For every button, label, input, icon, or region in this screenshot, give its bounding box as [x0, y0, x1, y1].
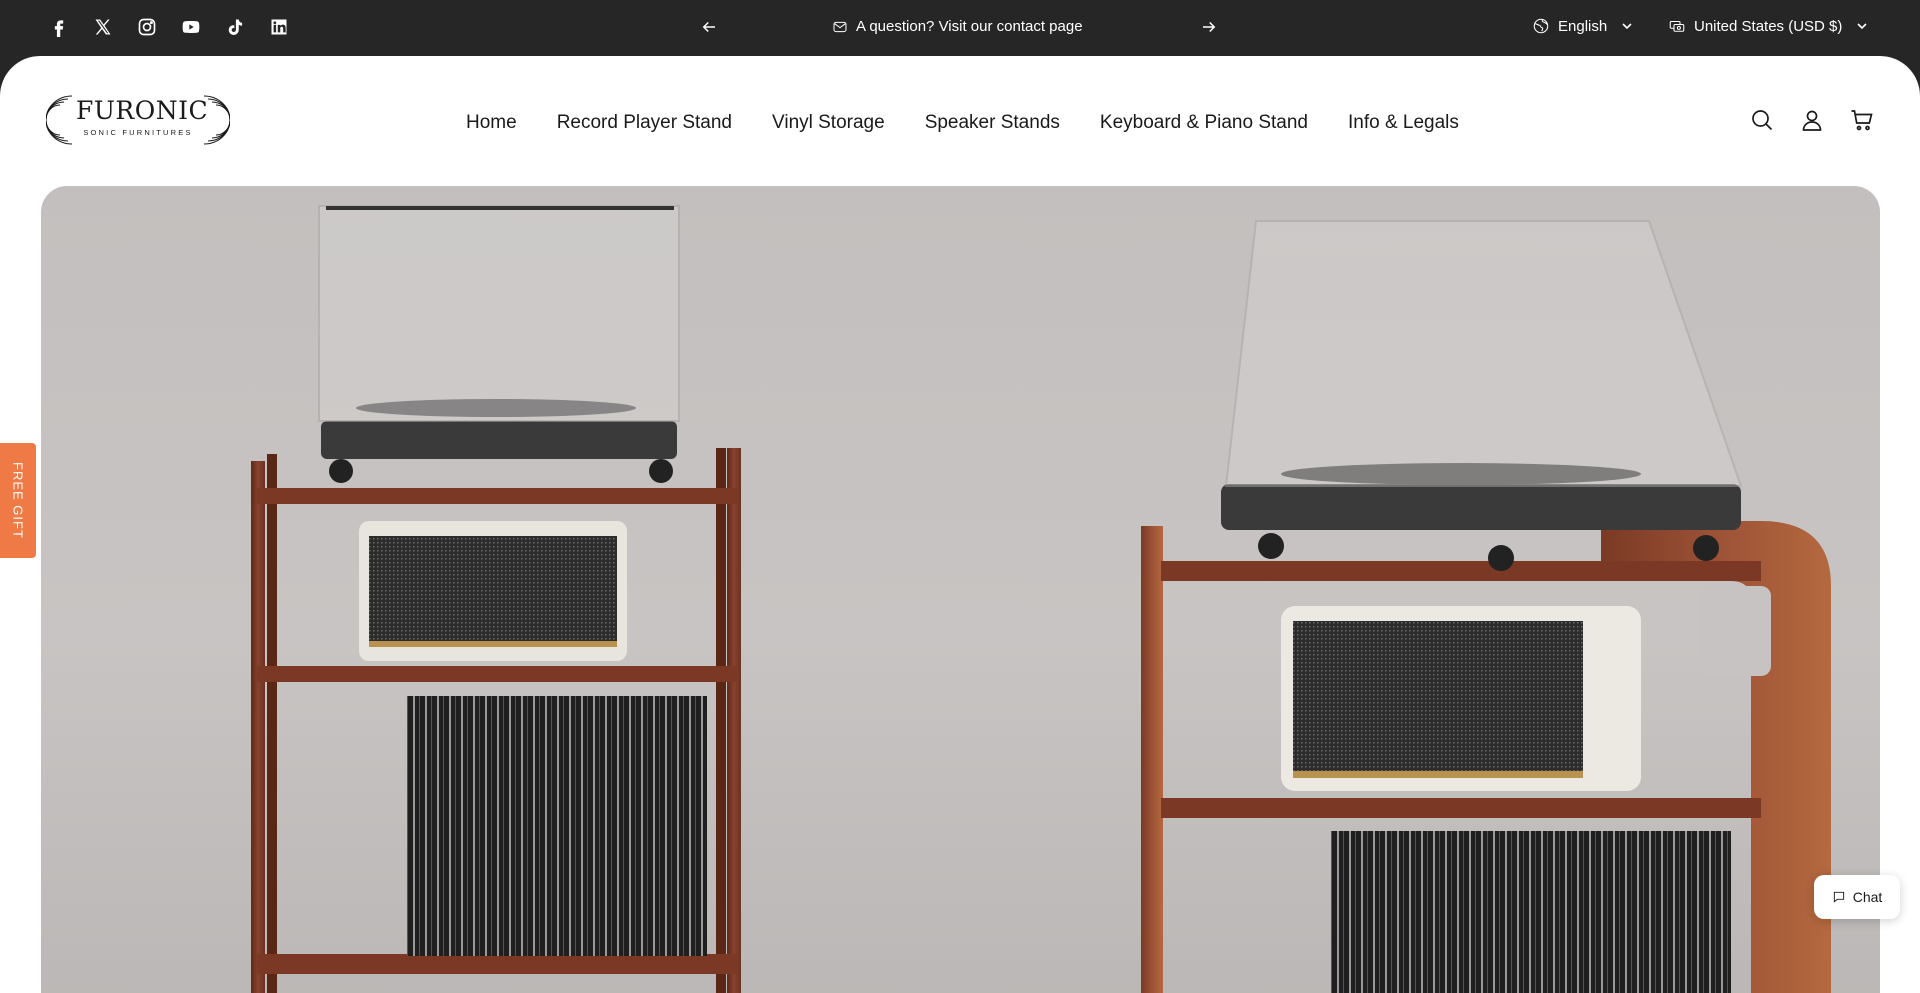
currency-icon: [1669, 20, 1685, 32]
linkedin-icon[interactable]: [268, 16, 290, 38]
main-content: FURONIC SONIC FURNITURES Home Record Pla…: [0, 56, 1920, 993]
announcement-link[interactable]: A question? Visit our contact page: [832, 18, 1083, 35]
cart-icon[interactable]: [1850, 108, 1874, 132]
language-selector[interactable]: English: [1532, 17, 1633, 35]
nav-keyboard-piano-stand[interactable]: Keyboard & Piano Stand: [1100, 112, 1308, 134]
x-twitter-icon[interactable]: [92, 16, 114, 38]
chat-label: Chat: [1852, 889, 1883, 905]
tiktok-icon[interactable]: [224, 16, 246, 38]
currency-selector[interactable]: United States (USD $): [1668, 17, 1868, 35]
nav-vinyl-storage[interactable]: Vinyl Storage: [772, 112, 885, 134]
announcement-bar: A question? Visit our contact page Engli…: [0, 0, 1920, 56]
logo-tagline: SONIC FURNITURES: [83, 128, 193, 137]
nav-home[interactable]: Home: [466, 112, 517, 134]
announcement-text: A question? Visit our contact page: [856, 18, 1083, 35]
free-gift-label: FREE GIFT: [10, 462, 26, 539]
logo-arcs-right: [203, 95, 230, 145]
currency-label: United States (USD $): [1694, 17, 1843, 35]
mail-icon: [833, 21, 847, 32]
instagram-icon[interactable]: [136, 16, 158, 38]
search-icon[interactable]: [1750, 108, 1774, 132]
free-gift-tab[interactable]: FREE GIFT: [0, 443, 36, 558]
chat-button[interactable]: Chat: [1814, 875, 1900, 919]
main-navigation: Home Record Player Stand Vinyl Storage S…: [466, 112, 1459, 134]
language-label: English: [1558, 17, 1608, 35]
hero-image: [251, 205, 1831, 993]
announcement-carousel: A question? Visit our contact page: [700, 0, 1220, 56]
facebook-icon[interactable]: [48, 16, 70, 38]
globe-icon: [1533, 18, 1549, 34]
chevron-down-icon: [1857, 23, 1867, 30]
site-logo[interactable]: FURONIC SONIC FURNITURES: [46, 92, 230, 148]
header-actions: [1750, 108, 1874, 132]
youtube-icon[interactable]: [180, 16, 202, 38]
social-links: [48, 16, 290, 38]
arrow-right-icon[interactable]: [1200, 18, 1220, 38]
left-record-stand: [251, 205, 741, 993]
hero-banner[interactable]: [41, 186, 1880, 993]
right-record-stand: [1141, 220, 1831, 993]
site-header: FURONIC SONIC FURNITURES Home Record Pla…: [0, 56, 1920, 186]
account-icon[interactable]: [1800, 108, 1824, 132]
arrow-left-icon[interactable]: [700, 18, 720, 38]
logo-wordmark: FURONIC: [76, 96, 209, 125]
nav-record-player-stand[interactable]: Record Player Stand: [557, 112, 732, 134]
nav-speaker-stands[interactable]: Speaker Stands: [925, 112, 1060, 134]
chevron-down-icon: [1622, 23, 1632, 30]
chat-bubble-icon: [1833, 891, 1844, 903]
nav-info-legals[interactable]: Info & Legals: [1348, 112, 1459, 134]
logo-arcs-left: [46, 95, 73, 145]
